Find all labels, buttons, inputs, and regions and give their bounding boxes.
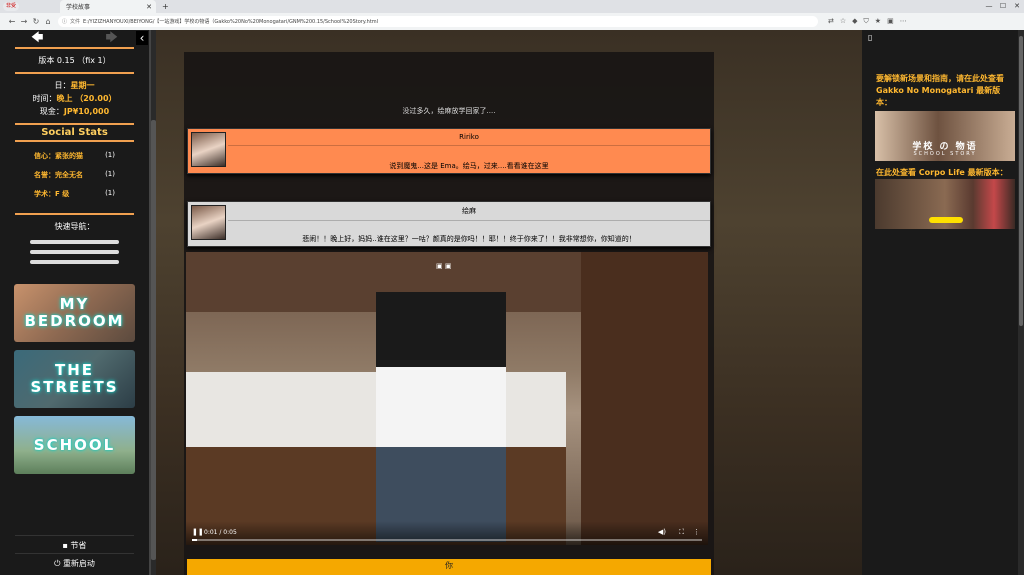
fullscreen-icon[interactable]: ⛶ bbox=[679, 528, 684, 537]
url-input[interactable]: ⓘ 文件 E:/YIZIZHANYOUXI/BEIYONG/【一站游戏】学校の物… bbox=[58, 16, 818, 27]
speaker-name: Ririko bbox=[228, 133, 710, 146]
star-icon[interactable]: ☆ bbox=[840, 17, 846, 26]
promo-text-2: 在此处查看 Corpo Life 最新版本： bbox=[876, 168, 1008, 177]
close-window-icon[interactable]: ✕ bbox=[1010, 0, 1024, 13]
left-sidebar: 🡄 🡆 ‹ 版本 0.15 （fix 1） 日：星期一 时间：晚上 （20.00… bbox=[0, 30, 151, 575]
cash-line: 现金：JP¥10,000 bbox=[39, 107, 110, 116]
favorites-icon[interactable]: ★ bbox=[875, 17, 881, 26]
address-bar: ← → ↻ ⌂ ⓘ 文件 E:/YIZIZHANYOUXI/BEIYONG/【一… bbox=[0, 13, 1024, 30]
pip-icon[interactable]: ▣ ▣ bbox=[436, 262, 451, 270]
minimize-icon[interactable]: — bbox=[982, 0, 996, 13]
person-figure bbox=[376, 292, 506, 542]
back-arrow-icon[interactable]: 🡄 bbox=[31, 28, 43, 49]
day-line: 日：星期一 bbox=[54, 81, 95, 90]
save-button[interactable]: ▪ 节省 bbox=[15, 535, 134, 555]
dialog-box-ririko: Ririko 说到魔鬼...这是 Ema。绘马，过来....看看谁在这里 bbox=[187, 128, 711, 174]
mobile-icon[interactable]: ▯ bbox=[868, 33, 872, 42]
more-icon[interactable]: ⋮ bbox=[693, 528, 700, 536]
volume-icon[interactable]: ◀) bbox=[658, 528, 666, 536]
new-tab-icon[interactable]: + bbox=[162, 2, 169, 11]
stat-academic: 学术：F 级 (1) bbox=[34, 189, 115, 198]
avatar bbox=[191, 132, 226, 167]
info-icon[interactable]: ⓘ bbox=[62, 18, 67, 25]
home-icon[interactable]: ⌂ bbox=[42, 17, 54, 26]
right-sidebar: ▯ 要解锁新场景和指南，请在此处查看 Gakko No Monogatari 最… bbox=[862, 30, 1018, 575]
dialog-text: 悲闹！！晚上好，妈妈..谁在这里？一咕？颜真的是你吗！！耶！！终于你来了！！我非… bbox=[302, 235, 636, 243]
collapse-sidebar-icon[interactable]: ‹ bbox=[136, 31, 148, 45]
promo-image-school-story[interactable]: 学校 の 物语 SCHOOL STORY bbox=[875, 111, 1015, 161]
stat-reputation: 名誉：完全无名 (1) bbox=[34, 170, 115, 179]
menu-icon[interactable]: ⋯ bbox=[900, 17, 907, 26]
speaker-name: 绘麻 bbox=[228, 206, 710, 221]
back-icon[interactable]: ← bbox=[6, 17, 18, 26]
close-tab-icon[interactable]: ✕ bbox=[146, 3, 152, 11]
location-the-streets[interactable]: THE STREETS bbox=[14, 350, 135, 408]
url-text: E:/YIZIZHANYOUXI/BEIYONG/【一站游戏】学校の物语（Gak… bbox=[83, 19, 379, 25]
tab-bar: 非受 学校故事 ✕ + — ☐ ✕ bbox=[0, 0, 1024, 13]
collections-icon[interactable]: ▣ bbox=[887, 17, 894, 26]
pause-icon[interactable]: ❚❚ bbox=[192, 528, 204, 536]
profile-button[interactable]: 非受 bbox=[3, 2, 20, 11]
stat-confidence: 信心：紧张的猫 (1) bbox=[34, 151, 115, 160]
video-controls: ❚❚ 0:01 / 0:05 ◀) ⛶ ⋮ bbox=[186, 521, 708, 545]
translate-icon[interactable]: ⇄ bbox=[828, 17, 834, 26]
version-label: 版本 0.15 （fix 1） bbox=[38, 56, 111, 65]
promo-text-1: 要解锁新场景和指南，请在此处查看 Gakko No Monogatari 最新版… bbox=[876, 74, 1004, 107]
avatar bbox=[191, 205, 226, 240]
restart-button[interactable]: ⏻ 重新启动 bbox=[15, 553, 134, 573]
browser-tab[interactable]: 学校故事 ✕ bbox=[60, 0, 156, 13]
forward-icon[interactable]: → bbox=[18, 17, 30, 26]
right-scrollbar[interactable] bbox=[1018, 30, 1024, 575]
video-time: 0:01 / 0:05 bbox=[204, 529, 237, 536]
video-player[interactable]: ▣ ▣ ❚❚ 0:01 / 0:05 ◀) ⛶ ⋮ bbox=[186, 252, 708, 545]
extension-icon[interactable]: ◆ bbox=[852, 17, 857, 26]
dialog-box-ema: 绘麻 悲闹！！晚上好，妈妈..谁在这里？一咕？颜真的是你吗！！耶！！终于你来了！… bbox=[187, 201, 711, 247]
social-stats-title: Social Stats bbox=[41, 127, 108, 138]
tab-title: 学校故事 bbox=[66, 4, 91, 11]
location-school[interactable]: SCHOOL bbox=[14, 416, 135, 474]
narration-text: 没过多久，绘麻放学回家了.... bbox=[402, 107, 496, 115]
power-icon: ⏻ bbox=[54, 559, 63, 568]
main-passage: 没过多久，绘麻放学回家了.... Ririko 说到魔鬼...这是 Ema。绘马… bbox=[156, 30, 862, 575]
dialog-text: 说到魔鬼...这是 Ema。绘马，过来....看看谁在这里 bbox=[389, 162, 549, 170]
quick-nav-slot[interactable] bbox=[30, 250, 119, 254]
video-progress[interactable] bbox=[192, 539, 702, 541]
shield-icon[interactable]: ⛉ bbox=[864, 17, 869, 26]
location-my-bedroom[interactable]: MY BEDROOM bbox=[14, 284, 135, 342]
browser-chrome: 非受 学校故事 ✕ + — ☐ ✕ ← → ↻ ⌂ ⓘ 文件 E:/YIZIZH… bbox=[0, 0, 1024, 30]
player-dialog-box: 你 bbox=[187, 559, 711, 575]
story-stage: 没过多久，绘麻放学回家了.... Ririko 说到魔鬼...这是 Ema。绘马… bbox=[184, 52, 714, 575]
reload-icon[interactable]: ↻ bbox=[30, 17, 42, 26]
promo-image-corpo-life[interactable] bbox=[875, 179, 1015, 229]
forward-arrow-icon[interactable]: 🡆 bbox=[106, 28, 118, 49]
file-label: 文件 bbox=[70, 19, 81, 25]
quick-nav-slot[interactable] bbox=[30, 260, 119, 264]
time-line: 时间：晚上 （20.00） bbox=[32, 94, 117, 103]
quick-nav-label: 快速导航： bbox=[54, 222, 95, 231]
maximize-icon[interactable]: ☐ bbox=[996, 0, 1010, 13]
quick-nav-slot[interactable] bbox=[30, 240, 119, 244]
